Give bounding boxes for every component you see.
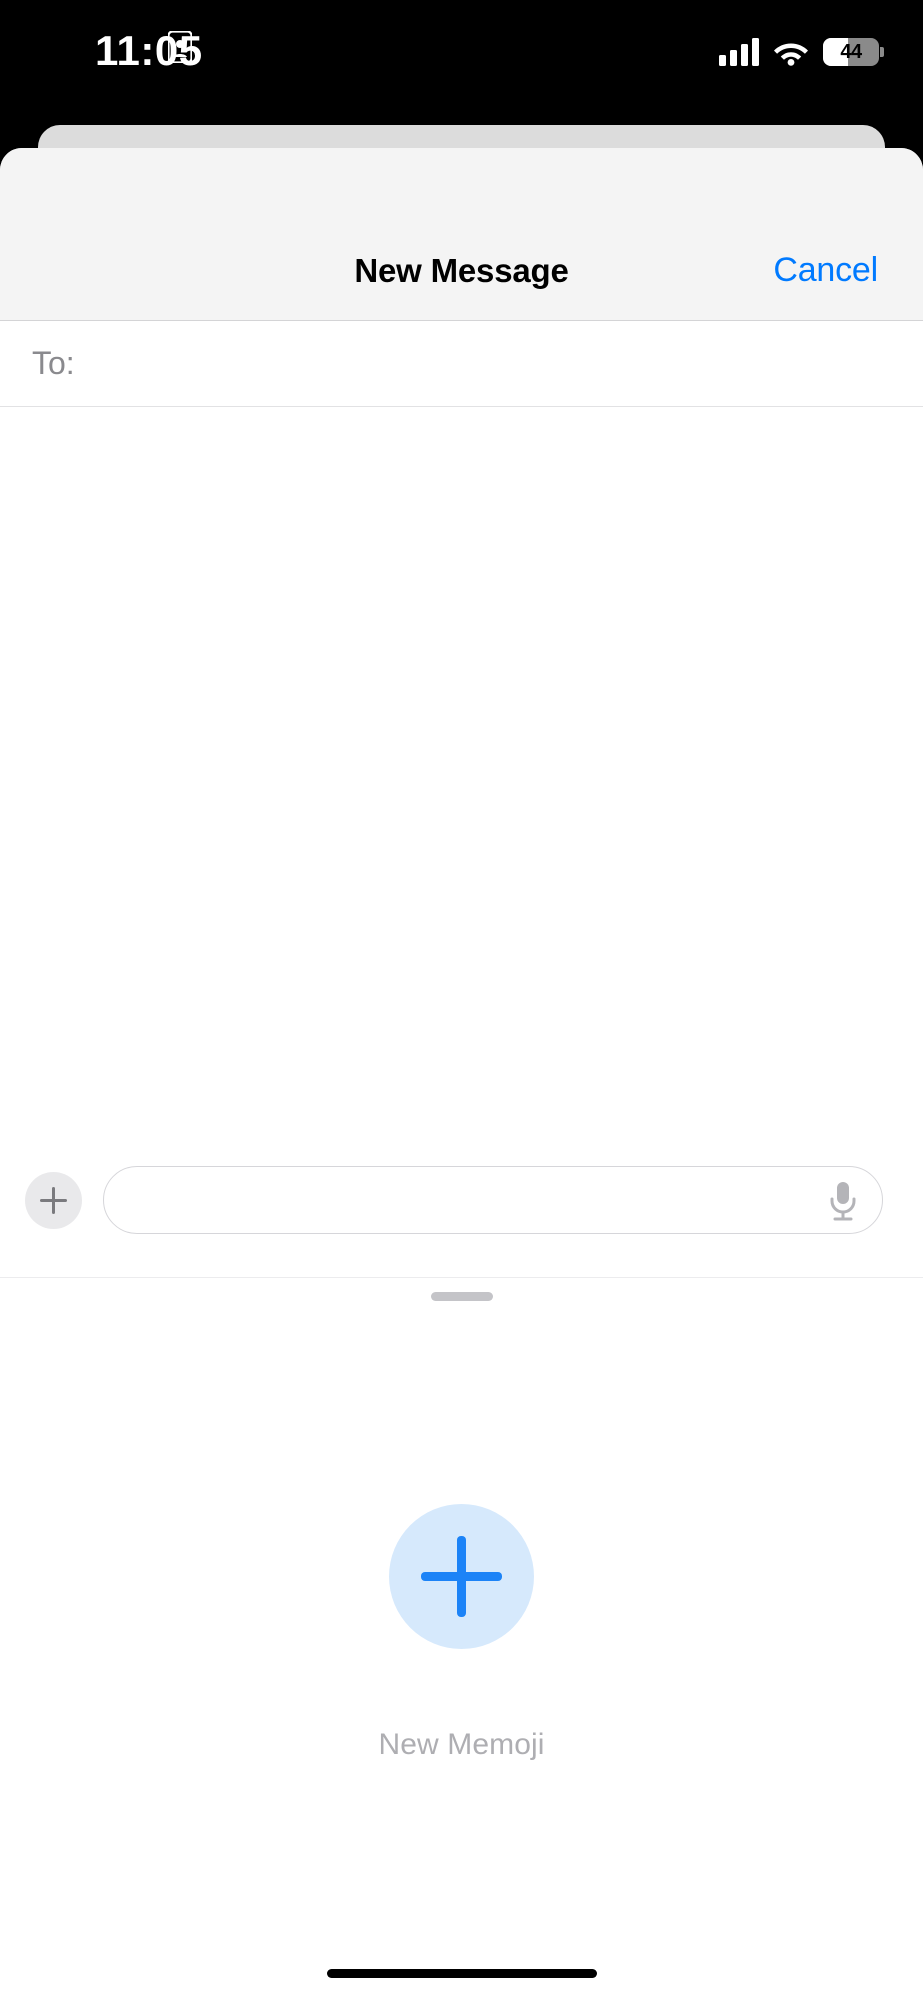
microphone-icon[interactable] (826, 1179, 860, 1223)
panel-drag-area[interactable] (0, 1278, 923, 1326)
cancel-button[interactable]: Cancel (773, 251, 878, 290)
wifi-icon (774, 43, 808, 66)
plus-icon[interactable] (25, 1171, 82, 1229)
home-indicator[interactable] (326, 1969, 597, 1978)
recipient-row[interactable]: To: (0, 321, 923, 407)
new-memoji-button[interactable] (389, 1504, 534, 1649)
message-input-bar (0, 1123, 923, 1278)
new-memoji-label: New Memoji (378, 1728, 545, 1761)
iphone-screen: 11:05 44 New Message Cancel To: New Memo… (0, 0, 923, 1999)
memoji-panel: New Memoji (0, 1326, 923, 1986)
conversation-area (0, 407, 923, 1123)
status-bar-indicators: 44 (719, 32, 884, 66)
new-message-sheet: New Message Cancel To: New Memoji (0, 148, 923, 1999)
to-label: To: (32, 345, 75, 381)
navigation-bar: New Message Cancel (0, 148, 923, 321)
to-input[interactable] (74, 321, 923, 406)
message-input[interactable] (104, 1183, 882, 1217)
status-bar: 11:05 44 (0, 0, 923, 118)
contact-card-icon (168, 31, 192, 63)
cellular-signal-icon (719, 38, 759, 66)
message-field-container[interactable] (103, 1166, 883, 1234)
drag-handle-icon[interactable] (430, 1292, 493, 1301)
battery-icon: 44 (823, 38, 884, 66)
battery-percent-label: 44 (840, 40, 862, 63)
